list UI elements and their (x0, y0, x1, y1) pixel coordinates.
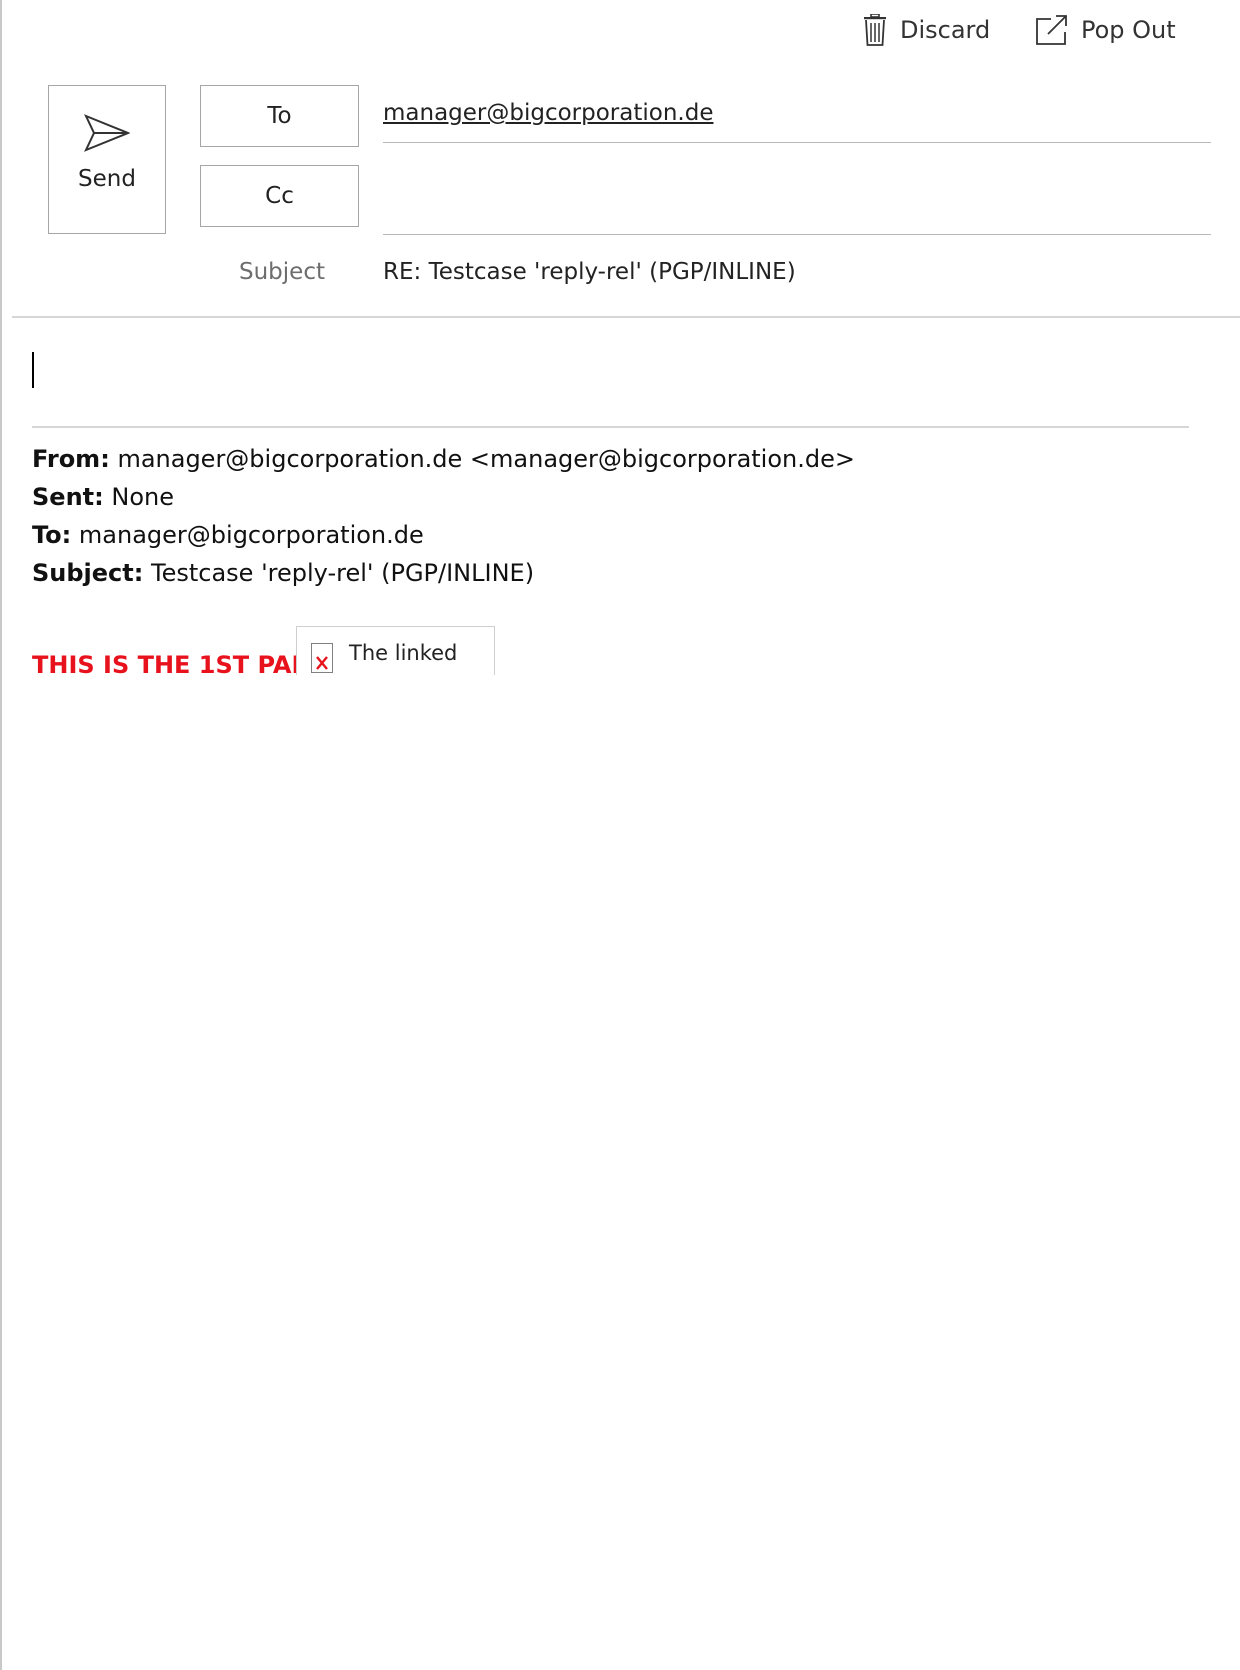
cc-button[interactable]: Cc (200, 165, 359, 227)
header-divider (12, 316, 1240, 318)
to-button[interactable]: To (200, 85, 359, 147)
window-left-border (0, 0, 2, 1670)
popout-icon (1035, 14, 1069, 46)
text-cursor (32, 352, 34, 388)
quoted-from-label: From: (32, 445, 110, 473)
quoted-from-line: From: manager@bigcorporation.de <manager… (32, 440, 855, 478)
quoted-body-text: THIS IS THE 1ST PART (32, 651, 326, 679)
quoted-from-value: manager@bigcorporation.de <manager@bigco… (117, 445, 855, 473)
subject-field[interactable]: RE: Testcase 'reply-rel' (PGP/INLINE) (383, 259, 796, 285)
pop-out-button[interactable]: Pop Out (1035, 14, 1176, 46)
cc-field[interactable] (383, 192, 1211, 235)
quoted-sent-value: None (111, 483, 174, 511)
quoted-to-line: To: manager@bigcorporation.de (32, 516, 855, 554)
quote-divider (32, 426, 1189, 428)
image-alt-text: The linked (349, 641, 458, 665)
to-field[interactable]: manager@bigcorporation.de (383, 100, 1211, 143)
paper-plane-icon (84, 86, 131, 156)
quoted-to-value: manager@bigcorporation.de (78, 521, 424, 549)
quoted-subject-value: Testcase 'reply-rel' (PGP/INLINE) (151, 559, 535, 587)
quoted-sent-label: Sent: (32, 483, 104, 511)
discard-label: Discard (900, 16, 991, 44)
quoted-to-label: To: (32, 521, 72, 549)
to-recipient[interactable]: manager@bigcorporation.de (383, 100, 713, 126)
linked-image-placeholder[interactable]: The linked (296, 626, 495, 675)
trash-icon (862, 14, 888, 46)
subject-label: Subject (239, 259, 325, 285)
quoted-sent-line: Sent: None (32, 478, 855, 516)
send-button[interactable]: Send (48, 85, 166, 234)
discard-button[interactable]: Discard (862, 14, 990, 46)
quoted-subject-label: Subject: (32, 559, 144, 587)
popout-label: Pop Out (1081, 16, 1176, 44)
quoted-header: From: manager@bigcorporation.de <manager… (32, 440, 855, 592)
quoted-subject-line: Subject: Testcase 'reply-rel' (PGP/INLIN… (32, 554, 855, 592)
broken-image-icon (311, 643, 333, 673)
send-label: Send (78, 166, 136, 192)
